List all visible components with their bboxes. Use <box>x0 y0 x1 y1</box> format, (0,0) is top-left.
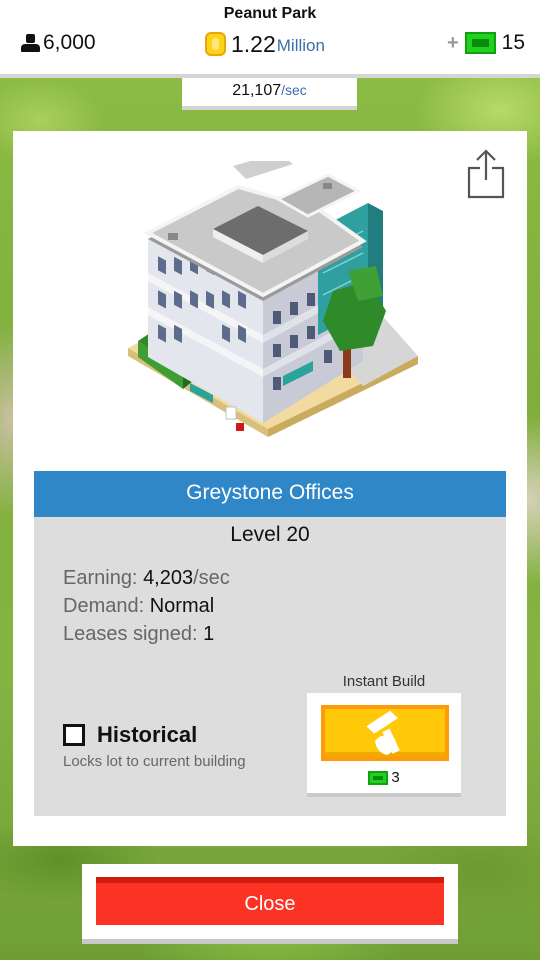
building-card: Greystone Offices Level 20 Earning: 4,20… <box>13 131 527 846</box>
close-button[interactable]: Close <box>96 877 444 925</box>
historical-checkbox[interactable] <box>63 724 85 746</box>
money-unit: Million <box>276 36 325 55</box>
top-hud: Peanut Park 6,000 1.22 Million + 15 <box>0 0 540 78</box>
population-counter: 6,000 <box>20 30 96 56</box>
instant-build-cost: 3 <box>307 769 461 786</box>
earning-label: Earning: <box>63 567 138 589</box>
population-value: 6,000 <box>43 31 96 54</box>
bill-icon <box>464 32 496 54</box>
historical-label[interactable]: Historical <box>97 722 197 748</box>
close-button-frame: Close <box>82 864 458 944</box>
building-info-panel: Level 20 Earning: 4,203/sec Demand: Norm… <box>34 517 506 816</box>
income-rate-unit: /sec <box>281 82 307 98</box>
person-icon <box>20 33 40 53</box>
share-icon[interactable] <box>467 148 505 200</box>
instant-build-cost-value: 3 <box>391 769 400 786</box>
hammer-icon <box>366 710 400 755</box>
instant-build-label: Instant Build <box>342 673 426 690</box>
historical-toggle[interactable]: Historical <box>63 722 197 748</box>
building-name: Greystone Offices <box>34 471 506 517</box>
instant-build-button[interactable] <box>321 705 449 761</box>
coin-icon <box>205 32 226 56</box>
income-rate: 21,107/sec <box>182 78 357 110</box>
earning-row: Earning: 4,203/sec <box>63 567 230 590</box>
earning-value: 4,203 <box>143 567 194 589</box>
demand-row: Demand: Normal <box>63 595 214 618</box>
leases-row: Leases signed: 1 <box>63 623 214 646</box>
park-name: Peanut Park <box>223 5 317 22</box>
leases-label: Leases signed: <box>63 623 198 645</box>
money-value: 1.22 <box>231 30 276 57</box>
demand-label: Demand: <box>63 595 145 617</box>
bill-icon <box>368 770 389 785</box>
leases-value: 1 <box>203 623 215 645</box>
demand-value: Normal <box>149 595 215 617</box>
add-cash-icon[interactable]: + <box>447 32 459 55</box>
instant-build-panel: 3 <box>307 693 461 797</box>
building-level: Level 20 <box>230 523 310 546</box>
earning-unit: /sec <box>193 567 230 589</box>
income-rate-value: 21,107 <box>232 82 282 99</box>
cash-counter[interactable]: + 15 <box>447 30 525 56</box>
money-counter: 1.22 Million <box>205 30 325 58</box>
cash-value: 15 <box>501 31 525 54</box>
building-illustration <box>128 161 418 437</box>
historical-description: Locks lot to current building <box>63 753 246 770</box>
